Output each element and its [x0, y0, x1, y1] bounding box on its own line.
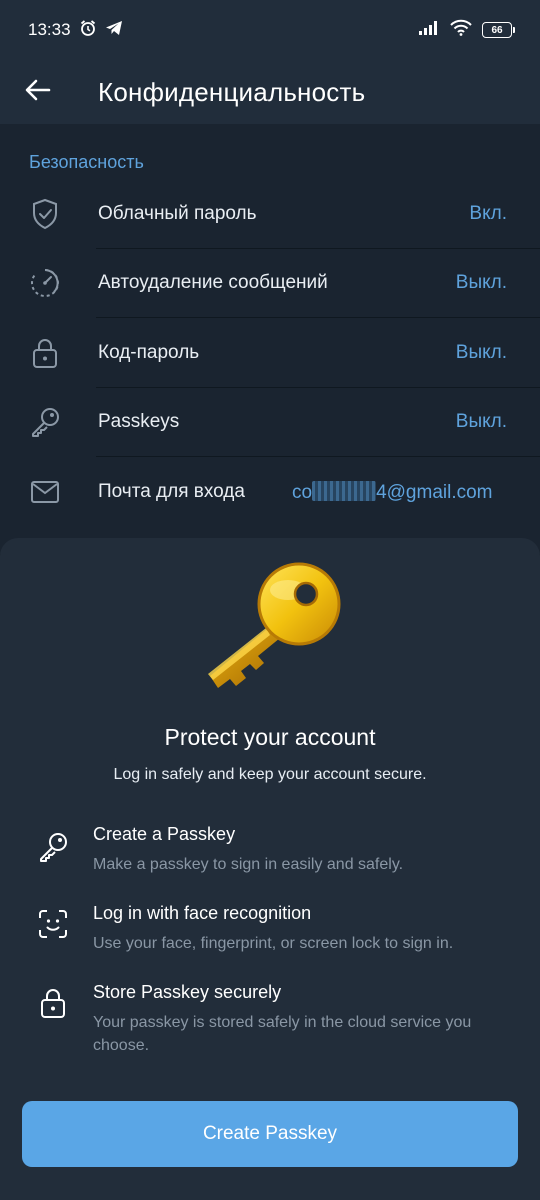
- timer-icon: [28, 266, 62, 300]
- security-section: Безопасность Облачный пароль Вкл. Автоуд…: [0, 124, 540, 554]
- row-value: Выкл.: [455, 272, 507, 293]
- lock-icon: [28, 336, 62, 370]
- signal-icon: [418, 20, 440, 41]
- lock-icon: [36, 986, 70, 1020]
- feature-title: Log in with face recognition: [93, 903, 312, 923]
- row-label: Почта для входа: [98, 481, 245, 502]
- row-value: Выкл.: [455, 411, 507, 432]
- feature-title: Store Passkey securely: [93, 982, 282, 1002]
- battery-level: 66: [491, 24, 503, 36]
- shield-icon: [28, 197, 62, 231]
- row-value: Выкл.: [455, 342, 507, 363]
- arrow-left-icon: [25, 79, 51, 106]
- clock: 13:33: [28, 20, 71, 39]
- page-title: Конфиденциальность: [98, 76, 366, 107]
- email-prefix: co: [292, 481, 313, 503]
- golden-key-icon: [208, 562, 341, 688]
- feature-title: Create a Passkey: [93, 824, 236, 844]
- wifi-icon: [450, 19, 472, 41]
- key-icon: [28, 405, 62, 439]
- telegram-icon: [105, 20, 123, 41]
- row-passcode[interactable]: Код-пароль Выкл.: [0, 318, 540, 388]
- feature-description: Use your face, fingerprint, or screen lo…: [93, 935, 454, 952]
- row-cloud-password[interactable]: Облачный пароль Вкл.: [0, 179, 540, 249]
- row-passkeys[interactable]: Passkeys Выкл.: [0, 387, 540, 457]
- passkey-bottom-sheet: Protect your account Log in safely and k…: [0, 538, 540, 1200]
- row-value: Вкл.: [469, 203, 507, 224]
- app-bar: Конфиденциальность: [0, 60, 540, 124]
- redacted-block: [312, 480, 377, 501]
- status-bar: 13:33 66: [0, 0, 540, 60]
- key-icon: [36, 830, 70, 864]
- feature-description: Make a passkey to sign in easily and saf…: [93, 856, 404, 873]
- feature-description: Your passkey is stored safely in the clo…: [93, 1014, 472, 1054]
- email-value: co 4@gmail.com: [292, 480, 507, 504]
- row-label: Облачный пароль: [98, 203, 257, 224]
- battery-icon: 66: [482, 22, 515, 38]
- alarm-icon: [79, 19, 97, 42]
- back-button[interactable]: [0, 60, 76, 124]
- row-label: Автоудаление сообщений: [98, 272, 328, 293]
- section-title: Безопасность: [29, 152, 144, 172]
- row-auto-delete[interactable]: Автоудаление сообщений Выкл.: [0, 248, 540, 318]
- face-scan-icon: [36, 907, 70, 941]
- sheet-subtitle: Log in safely and keep your account secu…: [113, 766, 427, 783]
- row-login-email[interactable]: Почта для входа co 4@gmail.com: [0, 457, 540, 527]
- create-passkey-button[interactable]: Create Passkey: [22, 1101, 518, 1167]
- mail-icon: [28, 475, 62, 509]
- email-suffix: 4@gmail.com: [376, 481, 493, 503]
- sheet-title: Protect your account: [164, 724, 376, 750]
- row-label: Код-пароль: [98, 342, 200, 363]
- row-label: Passkeys: [98, 411, 180, 432]
